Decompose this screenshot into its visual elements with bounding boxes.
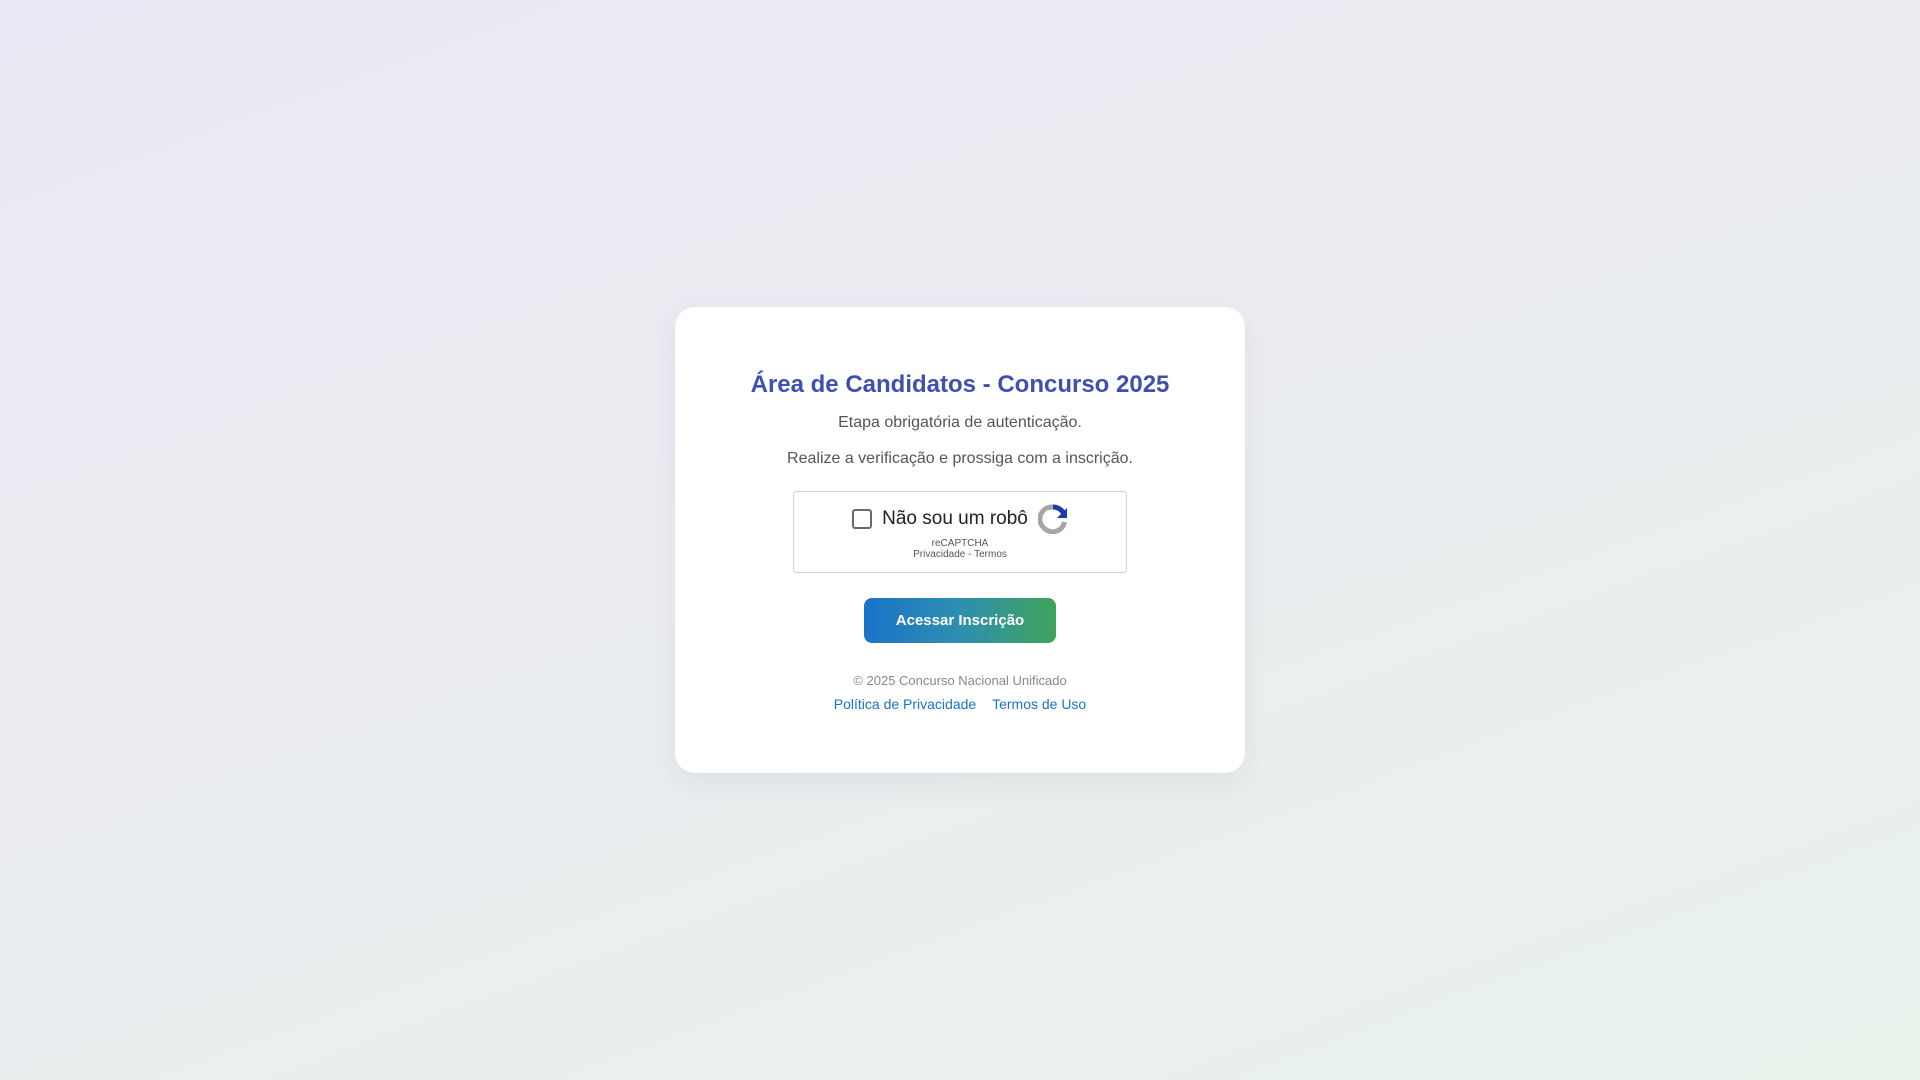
instruction-text: Realize a verificação e prossiga com a i… xyxy=(787,450,1133,467)
recaptcha-widget: Não sou um robô reCAPTCHA Privacidade - … xyxy=(793,491,1127,573)
footer-links: Política de Privacidade Termos de Uso xyxy=(675,696,1245,713)
access-registration-button[interactable]: Acessar Inscrição xyxy=(864,598,1056,643)
recaptcha-logo-icon xyxy=(1037,504,1067,534)
login-card: Área de Candidatos - Concurso 2025 Etapa… xyxy=(675,307,1245,773)
page-title: Área de Candidatos - Concurso 2025 xyxy=(750,371,1170,398)
subtitle: Etapa obrigatória de autenticação. xyxy=(838,414,1082,431)
recaptcha-brand: reCAPTCHA xyxy=(931,538,989,549)
recaptcha-privacy-link[interactable]: Privacidade xyxy=(913,549,965,560)
footer-copyright: © 2025 Concurso Nacional Unificado xyxy=(853,673,1067,688)
recaptcha-separator: - xyxy=(965,549,975,560)
recaptcha-terms-link[interactable]: Termos xyxy=(974,549,1007,560)
recaptcha-row: Não sou um robô xyxy=(794,504,1126,534)
terms-of-use-link[interactable]: Termos de Uso xyxy=(992,696,1086,712)
privacy-policy-link[interactable]: Política de Privacidade xyxy=(834,696,976,712)
recaptcha-label[interactable]: Não sou um robô xyxy=(882,508,1028,530)
recaptcha-links: Privacidade - Termos xyxy=(794,549,1126,560)
recaptcha-checkbox[interactable] xyxy=(852,509,873,529)
